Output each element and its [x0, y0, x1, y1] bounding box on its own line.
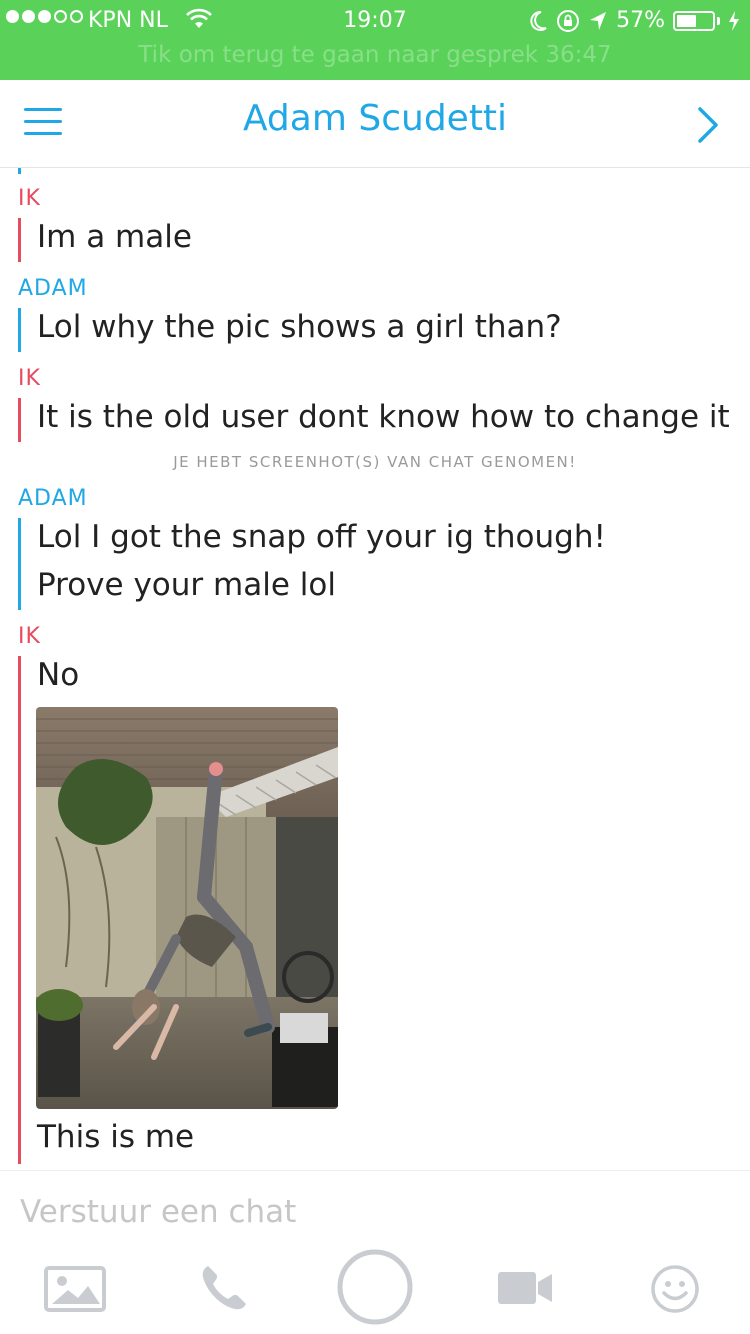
chat-title[interactable]: Adam Scudetti — [0, 98, 750, 139]
chat-toolbar — [0, 1249, 750, 1334]
battery-percent: 57% — [616, 8, 665, 33]
chat-message[interactable]: No — [37, 657, 79, 693]
emoji-icon[interactable] — [650, 1264, 700, 1314]
location-icon — [590, 11, 607, 30]
image-icon[interactable] — [44, 1266, 106, 1312]
chat-photo[interactable] — [36, 707, 338, 1109]
battery-icon — [673, 10, 715, 31]
video-icon[interactable] — [496, 1270, 554, 1306]
chat-message[interactable]: Im a male — [37, 219, 192, 255]
message-bar — [18, 398, 21, 442]
chat-message[interactable]: This is me — [37, 1119, 194, 1155]
capture-button[interactable] — [336, 1248, 414, 1326]
message-bar — [18, 518, 21, 610]
message-bar — [18, 168, 21, 174]
chevron-right-icon[interactable] — [696, 106, 720, 144]
charging-icon — [729, 10, 739, 31]
sender-label: IK — [18, 186, 41, 211]
chat-composer — [0, 1170, 750, 1252]
phone-icon[interactable] — [198, 1262, 250, 1314]
screenshot-notice: JE HEBT SCREENHOT(S) VAN CHAT GENOMEN! — [173, 453, 577, 471]
message-bar — [18, 218, 21, 262]
rotation-lock-icon — [557, 9, 580, 32]
chat-message[interactable]: It is the old user dont know how to chan… — [37, 399, 730, 435]
chat-message[interactable]: Lol why the pic shows a girl than? — [37, 309, 562, 345]
status-bar: KPN NL 19:07 57% Tik om terug te gaan na… — [0, 0, 750, 80]
sender-label: ADAM — [18, 486, 88, 511]
chat-transcript[interactable]: IK Im a male ADAM Lol why the pic shows … — [0, 168, 750, 1170]
return-to-call-banner[interactable]: Tik om terug te gaan naar gesprek 36:47 — [0, 42, 750, 68]
photo-image — [36, 707, 338, 1109]
chat-header: Adam Scudetti — [0, 80, 750, 168]
sender-label: IK — [18, 366, 41, 391]
message-bar — [18, 656, 21, 1164]
chat-message[interactable]: Prove your male lol — [37, 567, 336, 603]
sender-label: IK — [18, 624, 41, 649]
message-bar — [18, 308, 21, 352]
chat-input[interactable] — [20, 1191, 720, 1233]
sender-label: ADAM — [18, 276, 88, 301]
chat-message[interactable]: Lol I got the snap off your ig though! — [37, 519, 606, 555]
moon-icon — [530, 10, 547, 31]
